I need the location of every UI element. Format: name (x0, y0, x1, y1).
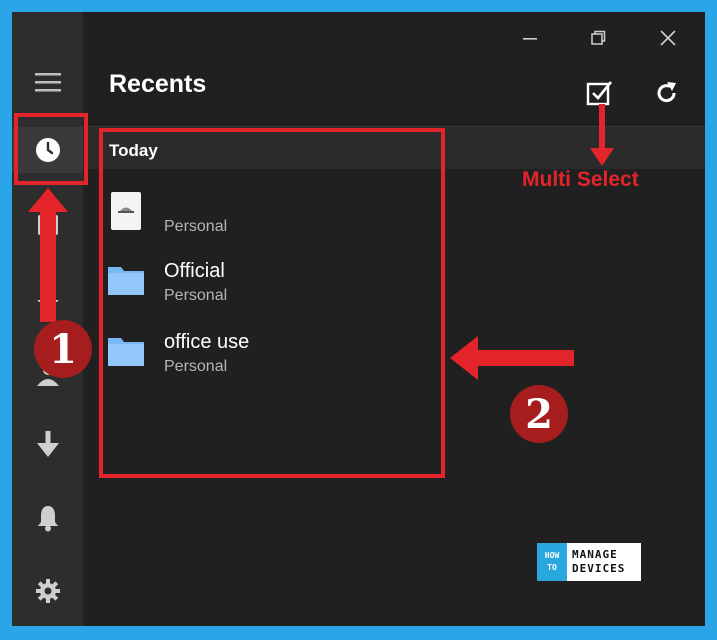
minimize-icon (523, 38, 537, 40)
minimize-button[interactable] (515, 26, 545, 50)
bell-icon (37, 506, 58, 532)
close-button[interactable] (653, 26, 683, 50)
hamburger-menu-icon[interactable] (12, 59, 83, 105)
sidebar-item-notifications[interactable] (12, 495, 83, 541)
annotation-arrow-up (28, 188, 68, 322)
settings-gear-icon (35, 579, 60, 603)
sidebar-item-downloads[interactable] (12, 421, 83, 467)
refresh-icon (657, 82, 676, 103)
refresh-button[interactable] (652, 78, 682, 108)
annotation-box-recents (14, 113, 88, 185)
annotation-step-1: 1 (34, 320, 92, 378)
annotation-arrow-down (590, 104, 614, 166)
checkbox-icon (586, 81, 613, 106)
annotation-step-2: 2 (510, 385, 568, 443)
restore-button[interactable] (583, 26, 613, 50)
app-window: Recents Today Personal Official Personal… (12, 12, 705, 626)
annotation-box-list (99, 128, 445, 478)
download-icon (36, 431, 59, 457)
sidebar-item-settings[interactable] (12, 568, 83, 614)
restore-icon (591, 30, 606, 45)
page-title: Recents (109, 70, 207, 98)
annotation-multi-select-label: Multi Select (522, 168, 639, 191)
watermark-logo: HOW TO MANAGE DEVICES (537, 543, 641, 581)
close-icon (660, 30, 676, 46)
annotation-arrow-left (450, 336, 574, 380)
